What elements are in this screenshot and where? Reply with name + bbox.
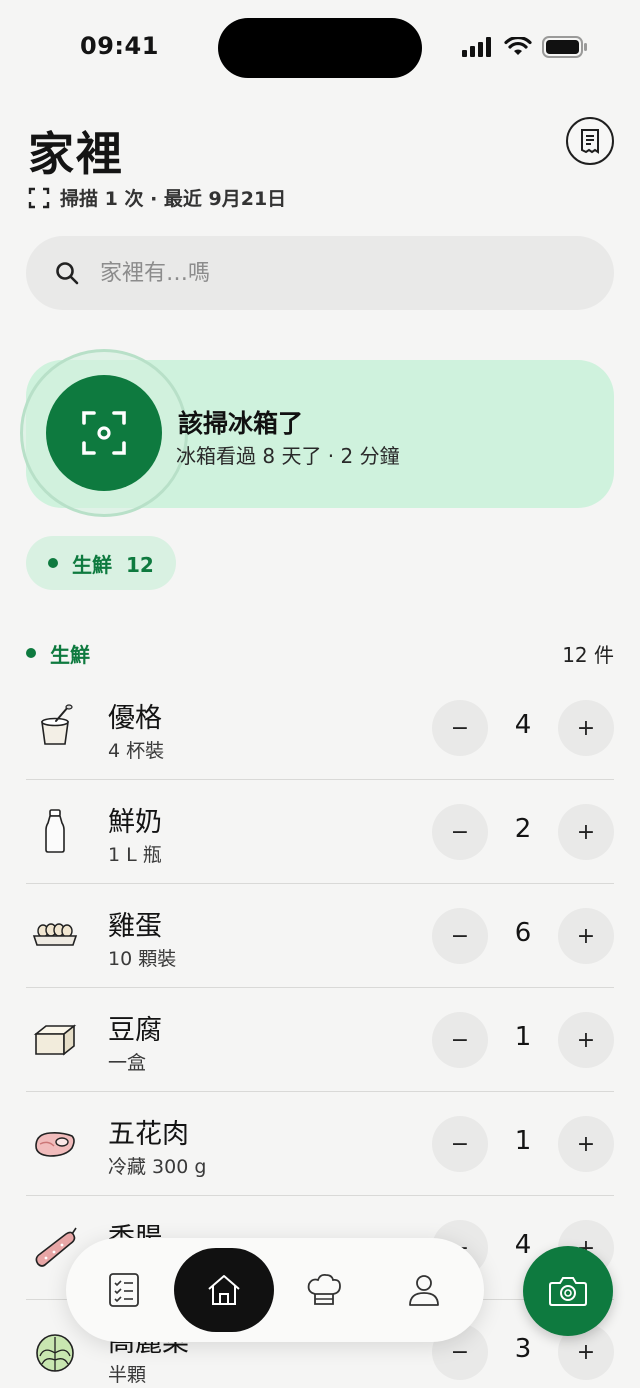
meat-icon <box>35 1132 75 1157</box>
increment-button[interactable]: + <box>558 1012 614 1068</box>
section-count: 12 件 <box>562 642 614 667</box>
sausage-icon <box>35 1227 77 1267</box>
tab-checklist[interactable] <box>74 1248 174 1332</box>
increment-button[interactable]: + <box>558 700 614 756</box>
tab-home[interactable] <box>174 1248 274 1332</box>
search-icon <box>56 262 79 285</box>
decrement-button[interactable]: − <box>432 1012 488 1068</box>
camera-icon <box>549 1277 587 1306</box>
chef-hat-icon <box>307 1273 341 1305</box>
dynamic-island <box>218 18 422 78</box>
item-name: 雞蛋 <box>108 911 162 942</box>
list-item[interactable]: 優格 4 杯裝 − 4 + <box>26 676 614 780</box>
list-item[interactable]: 豆腐 一盒 − 1 + <box>26 988 614 1092</box>
cabbage-icon <box>36 1334 74 1372</box>
yogurt-icon <box>41 704 73 745</box>
item-name: 優格 <box>108 703 162 734</box>
item-name: 鮮奶 <box>108 807 162 838</box>
section-header: 生鮮 12 件 <box>26 638 614 668</box>
scan-reminder-subtitle: 冰箱看過 8 天了 · 2 分鐘 <box>176 444 400 468</box>
page-header: 家裡 <box>28 118 124 184</box>
decrement-button[interactable]: − <box>432 700 488 756</box>
quantity-stepper: − 1 + <box>432 1012 614 1068</box>
item-name: 豆腐 <box>108 1015 162 1046</box>
cellular-signal-icon <box>462 37 491 57</box>
search-bar[interactable] <box>26 236 614 310</box>
quantity-stepper: − 4 + <box>432 700 614 756</box>
increment-button[interactable]: + <box>558 1116 614 1172</box>
milk-bottle-icon <box>45 809 65 853</box>
increment-button[interactable]: + <box>558 804 614 860</box>
item-desc: 4 杯裝 <box>108 740 165 762</box>
scan-reminder-title: 該掃冰箱了 <box>178 409 304 438</box>
list-item[interactable]: 五花肉 冷藏 300 g − 1 + <box>26 1092 614 1196</box>
increment-button[interactable]: + <box>558 908 614 964</box>
receipt-button[interactable] <box>566 117 614 165</box>
section-title: 生鮮 <box>26 639 90 668</box>
profile-icon <box>409 1275 439 1306</box>
list-item[interactable]: 鮮奶 1 L 瓶 − 2 + <box>26 780 614 884</box>
search-input[interactable] <box>100 260 520 286</box>
status-bar: 09:41 <box>0 0 640 96</box>
egg-carton-icon <box>32 923 78 946</box>
tofu-icon <box>33 1024 77 1056</box>
decrement-button[interactable]: − <box>432 1116 488 1172</box>
tab-profile[interactable] <box>374 1248 474 1332</box>
category-dot <box>26 648 36 658</box>
item-quantity: 6 <box>514 918 532 948</box>
wifi-icon <box>504 37 532 55</box>
item-quantity: 3 <box>514 1334 532 1364</box>
scan-frame-icon <box>28 187 50 208</box>
scan-camera-icon <box>82 411 126 455</box>
scan-summary-text: 掃描 1 次 · 最近 9月21日 <box>60 188 287 210</box>
filter-chip-fresh[interactable]: 生鮮 12 <box>26 536 176 590</box>
section-title-text: 生鮮 <box>50 642 90 667</box>
page-title: 家裡 <box>28 127 124 181</box>
item-desc: 半顆 <box>108 1364 147 1386</box>
scan-summary: 掃描 1 次 · 最近 9月21日 <box>28 184 286 211</box>
item-quantity: 1 <box>514 1022 532 1052</box>
category-dot <box>48 558 58 568</box>
system-icons <box>462 36 588 58</box>
item-quantity: 2 <box>514 814 532 844</box>
receipt-icon <box>581 129 599 154</box>
item-name: 五花肉 <box>108 1119 189 1150</box>
item-quantity: 4 <box>514 710 532 740</box>
bottom-tab-bar <box>66 1238 484 1342</box>
item-quantity: 1 <box>514 1126 532 1156</box>
quantity-stepper: − 2 + <box>432 804 614 860</box>
item-desc: 冷藏 300 g <box>108 1156 207 1178</box>
quantity-stepper: − 1 + <box>432 1116 614 1172</box>
chip-label: 生鮮 12 <box>72 552 154 577</box>
quantity-stepper: − 6 + <box>432 908 614 964</box>
home-icon <box>208 1275 240 1305</box>
decrement-button[interactable]: − <box>432 908 488 964</box>
scan-fridge-button[interactable] <box>46 375 162 491</box>
decrement-button[interactable]: − <box>432 804 488 860</box>
tab-recipes[interactable] <box>274 1248 374 1332</box>
item-desc: 10 顆裝 <box>108 948 177 970</box>
checklist-icon <box>109 1273 139 1307</box>
item-desc: 1 L 瓶 <box>108 844 162 866</box>
camera-button[interactable] <box>523 1246 613 1336</box>
item-desc: 一盒 <box>108 1052 147 1074</box>
status-time: 09:41 <box>80 32 159 60</box>
list-item[interactable]: 雞蛋 10 顆裝 − 6 + <box>26 884 614 988</box>
battery-icon <box>542 36 587 58</box>
